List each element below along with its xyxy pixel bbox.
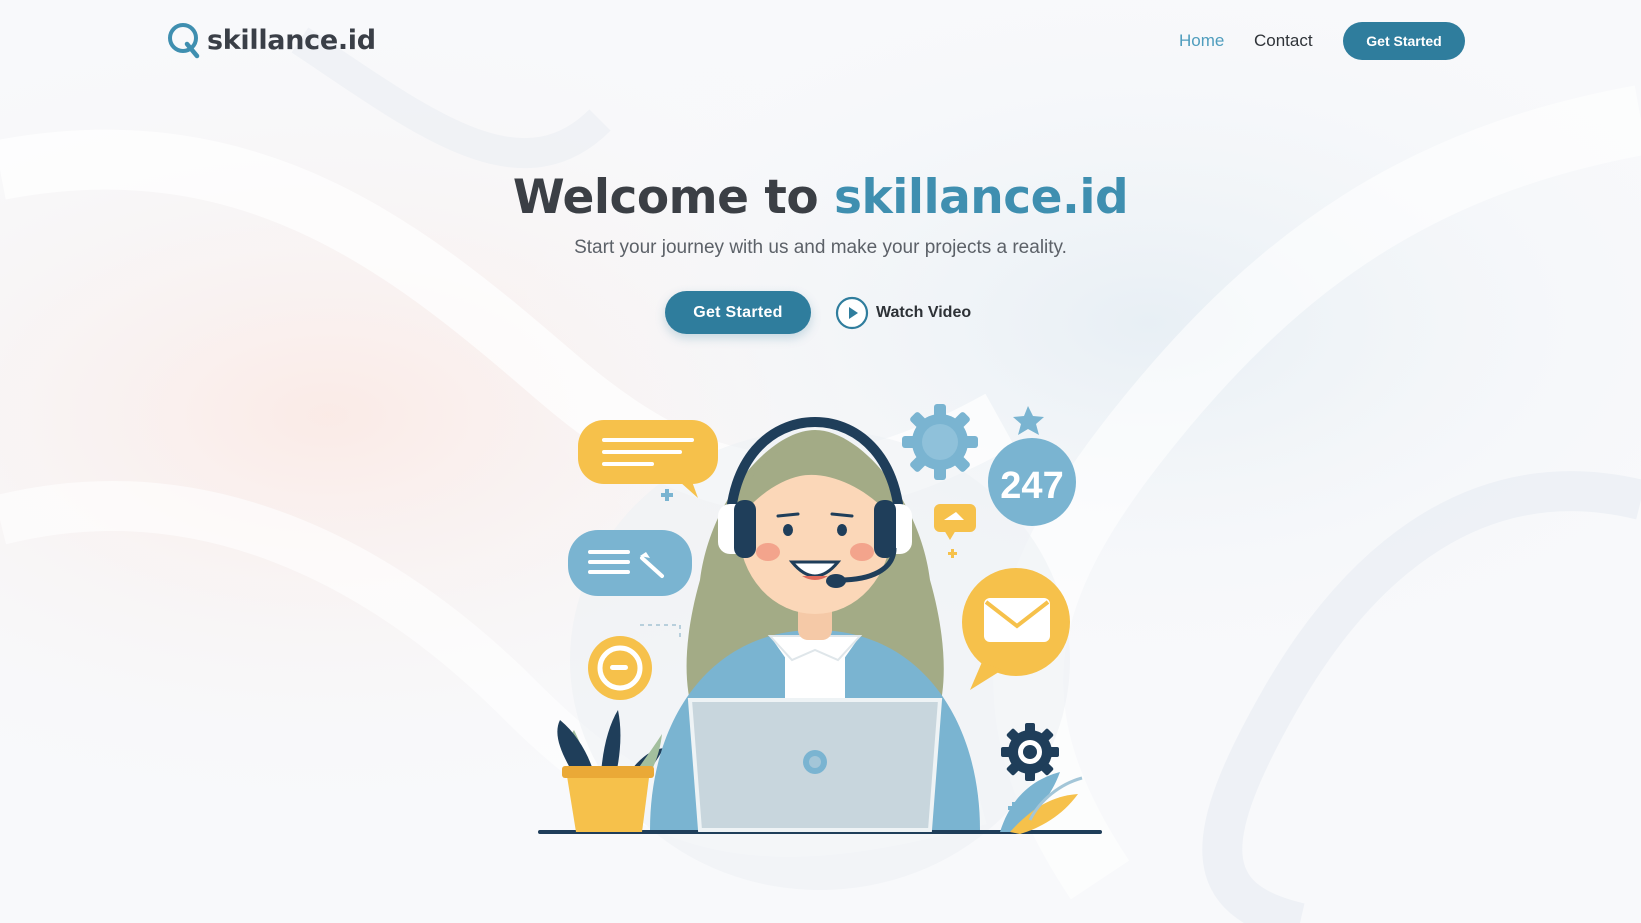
hero-cta-row: Get Started Watch Video bbox=[0, 291, 1641, 335]
support-247-badge: 247 bbox=[988, 438, 1076, 526]
hero-get-started-button[interactable]: Get Started bbox=[665, 291, 811, 334]
refresh-circle-icon bbox=[588, 636, 652, 700]
hero-subtitle: Start your journey with us and make your… bbox=[574, 237, 1067, 258]
support-agent-illustration: 247 bbox=[538, 404, 1102, 890]
badge-247-text: 247 bbox=[1000, 465, 1063, 507]
hero-section: Welcome to skillance.id Start your journ… bbox=[0, 160, 1641, 334]
nav-home-link[interactable]: Home bbox=[1179, 31, 1224, 51]
play-circle-icon bbox=[835, 296, 869, 330]
hero-title-accent: skillance.id bbox=[834, 170, 1129, 225]
star-icon bbox=[1013, 406, 1044, 435]
watch-video-button[interactable]: Watch Video bbox=[835, 296, 971, 330]
gear-icon bbox=[902, 404, 978, 480]
watch-video-label: Watch Video bbox=[876, 304, 972, 321]
header-get-started-button[interactable]: Get Started bbox=[1343, 22, 1465, 60]
site-header: skillance.id Home Contact Get Started bbox=[0, 0, 1641, 82]
logo[interactable]: skillance.id bbox=[166, 20, 376, 60]
hero-title-prefix: Welcome to bbox=[512, 170, 835, 225]
small-gear-icon bbox=[1001, 723, 1059, 781]
message-pill-icon bbox=[568, 530, 692, 596]
logo-q-icon bbox=[168, 23, 200, 59]
laptop-icon bbox=[687, 698, 943, 832]
hero-title: Welcome to skillance.id bbox=[0, 160, 1641, 236]
logo-text: skillance.id bbox=[207, 24, 376, 56]
nav-contact-link[interactable]: Contact bbox=[1254, 31, 1313, 51]
